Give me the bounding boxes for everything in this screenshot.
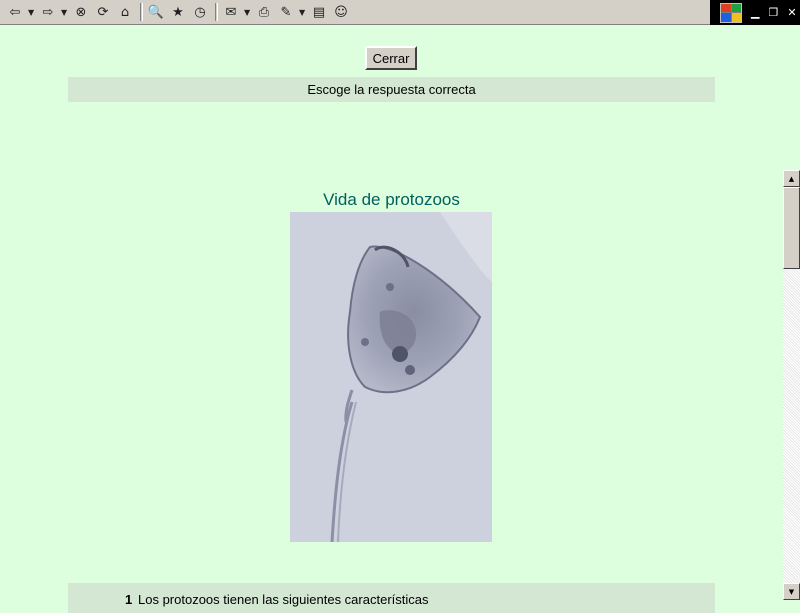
edit-icon[interactable]: ✎ (277, 3, 295, 21)
close-icon[interactable]: ✕ (787, 6, 796, 19)
vorticella-image (290, 212, 492, 542)
print-icon[interactable]: ⎙ (255, 3, 273, 21)
scroll-thumb[interactable] (783, 187, 800, 269)
instruction-text: Escoge la respuesta correcta (307, 82, 476, 97)
vertical-scrollbar[interactable]: ▲ ▼ (783, 170, 800, 600)
forward-dropdown-icon[interactable]: ▼ (61, 8, 67, 17)
question-bar: 1 Los protozoos tienen las siguientes ca… (68, 583, 715, 613)
back-icon[interactable]: ⇦ (6, 3, 24, 21)
home-icon[interactable]: ⌂ (116, 3, 134, 21)
windows-logo-icon (720, 2, 742, 23)
messenger-icon[interactable]: ☺ (332, 3, 350, 21)
stop-icon[interactable]: ⊗ (72, 3, 90, 21)
toolbar-separator (215, 3, 218, 21)
page-content: Cerrar Escoge la respuesta correcta Vida… (0, 25, 783, 613)
back-dropdown-icon[interactable]: ▼ (28, 8, 34, 17)
window-controls: ▁ ❐ ✕ (710, 0, 800, 25)
document-icon[interactable]: ▤ (310, 3, 328, 21)
forward-icon[interactable]: ⇨ (39, 3, 57, 21)
history-icon[interactable]: ◷ (191, 3, 209, 21)
browser-toolbar: ⇦ ▼ ⇨ ▼ ⊗ ⟳ ⌂ 🔍 ★ ◷ ✉ ▼ ⎙ ✎ ▼ ▤ ☺ (0, 0, 710, 25)
protozoa-photo (290, 212, 492, 542)
page-title: Vida de protozoos (323, 190, 460, 209)
mail-dropdown-icon[interactable]: ▼ (244, 8, 250, 17)
minimize-icon[interactable]: ▁ (751, 6, 759, 19)
restore-icon[interactable]: ❐ (768, 6, 778, 19)
edit-dropdown-icon[interactable]: ▼ (299, 8, 305, 17)
instruction-bar: Escoge la respuesta correcta (68, 77, 715, 102)
search-icon[interactable]: 🔍 (147, 3, 165, 21)
favorites-icon[interactable]: ★ (169, 3, 187, 21)
toolbar-separator (140, 3, 143, 21)
scroll-up-button[interactable]: ▲ (783, 170, 800, 187)
refresh-icon[interactable]: ⟳ (94, 3, 112, 21)
mail-icon[interactable]: ✉ (222, 3, 240, 21)
scroll-down-button[interactable]: ▼ (783, 583, 800, 600)
close-button[interactable]: Cerrar (365, 46, 417, 70)
